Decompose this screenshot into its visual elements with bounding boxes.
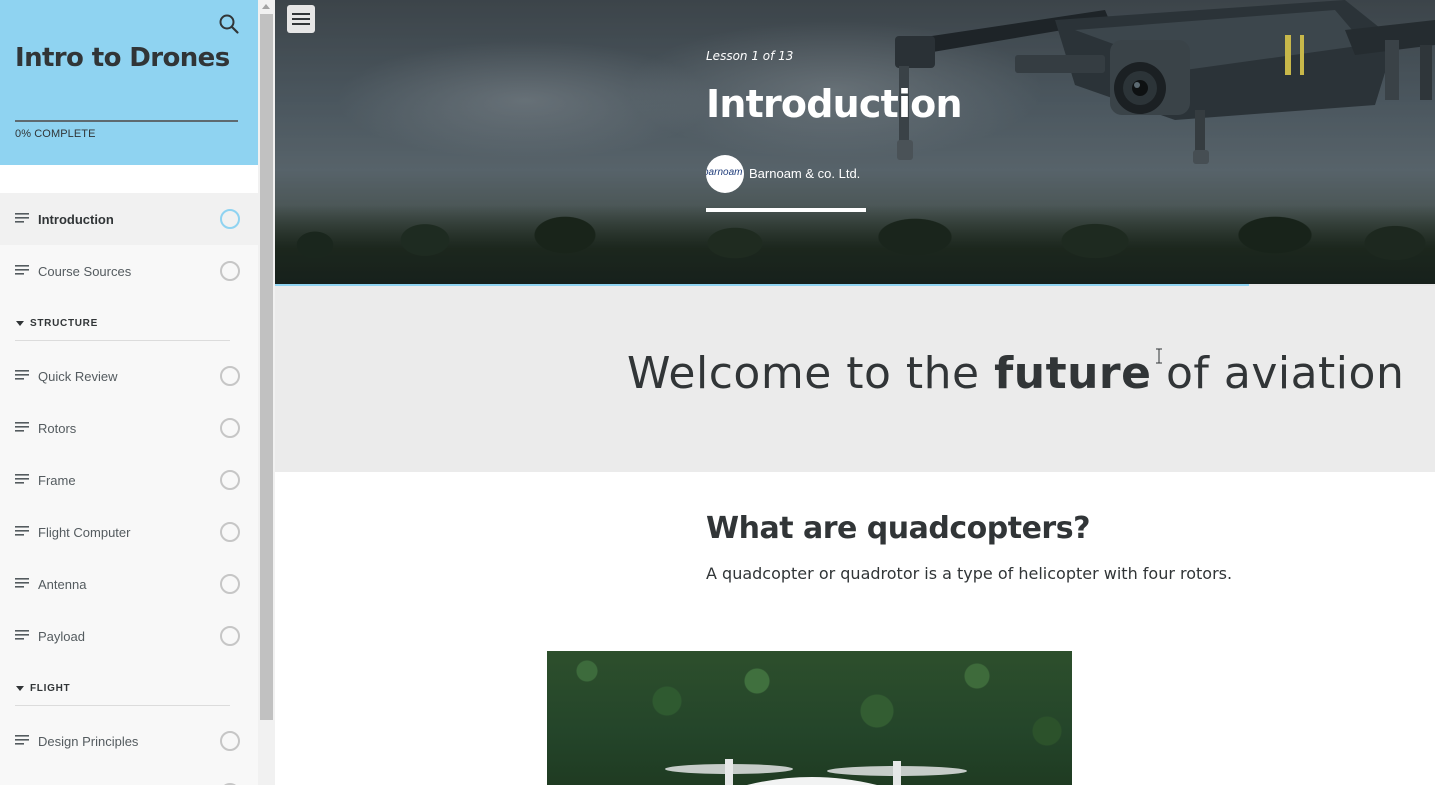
status-circle-icon (220, 522, 240, 542)
lesson-lines-icon (15, 526, 29, 536)
section-flight[interactable]: FLIGHT (15, 676, 230, 706)
sidebar-item-flight-computer[interactable]: Flight Computer (0, 506, 258, 558)
sidebar-item-label: Quick Review (38, 368, 118, 384)
course-sidebar: Intro to Drones 0% COMPLETE Introduction… (0, 0, 258, 785)
sidebar-item-label: Design Principles (38, 733, 139, 749)
section-title: FLIGHT (30, 683, 71, 694)
lesson-lines-icon (15, 578, 29, 588)
lesson-lines-icon (15, 474, 29, 484)
lesson-lines-icon (15, 422, 29, 432)
sidebar-scrollbar[interactable] (258, 0, 275, 785)
status-circle-icon (220, 418, 240, 438)
status-circle-icon (220, 574, 240, 594)
course-progress-text: 0% COMPLETE (15, 128, 96, 140)
status-circle-icon (220, 470, 240, 490)
sidebar-item-antenna[interactable]: Antenna (0, 558, 258, 610)
sidebar-item-label: Flight Computer (38, 524, 131, 540)
status-circle-icon (220, 366, 240, 386)
course-progress-bar (15, 120, 238, 122)
sidebar-item-label: Frame (38, 472, 76, 488)
lesson-lines-icon (15, 370, 29, 380)
quadcopter-image (665, 759, 967, 785)
hamburger-icon (292, 23, 310, 25)
sidebar-spacer (0, 165, 258, 193)
sidebar-item-course-sources[interactable]: Course Sources (0, 245, 258, 297)
author-name: Barnoam & co. Ltd. (749, 166, 861, 181)
sidebar-header: Intro to Drones 0% COMPLETE (0, 0, 258, 165)
lesson-count: Lesson 1 of 13 (706, 49, 794, 63)
sidebar-item-introduction[interactable]: Introduction (0, 193, 258, 245)
content-paragraph: A quadcopter or quadrotor is a type of h… (706, 564, 1233, 583)
lesson-lines-icon (15, 265, 29, 275)
caret-down-icon (16, 686, 24, 691)
text-cursor-icon (1156, 348, 1162, 364)
course-title: Intro to Drones (15, 43, 230, 73)
status-circle-icon (220, 731, 240, 751)
scrollbar-thumb[interactable] (260, 14, 273, 720)
quadcopter-photo (547, 651, 1072, 785)
lesson-lines-icon (15, 630, 29, 640)
section-title: STRUCTURE (30, 318, 98, 329)
status-circle-icon (220, 209, 240, 229)
lesson-lines-icon (15, 213, 29, 223)
hamburger-icon (292, 13, 310, 15)
sidebar-item-label: Course Sources (38, 263, 132, 279)
banner-text-bold: future (994, 348, 1152, 399)
section-structure[interactable]: STRUCTURE (15, 311, 230, 341)
lesson-lines-icon (15, 735, 29, 745)
banner-text-before: Welcome to the (627, 348, 995, 399)
author-avatar: barnoam (706, 155, 744, 193)
status-circle-icon (220, 261, 240, 281)
lesson-hero: Lesson 1 of 13 Introduction barnoam Barn… (275, 0, 1435, 284)
sidebar-item-label: Rotors (38, 420, 77, 436)
sidebar-item-quick-review[interactable]: Quick Review (0, 350, 258, 402)
scroll-up-arrow-icon[interactable] (262, 4, 270, 9)
menu-button[interactable] (287, 5, 315, 33)
search-icon[interactable] (218, 13, 240, 35)
content-heading: What are quadcopters? (706, 511, 1090, 546)
lesson-title: Introduction (706, 82, 963, 126)
sidebar-item-payload[interactable]: Payload (0, 610, 258, 662)
banner-statement: Welcome to the future of aviation (627, 348, 1404, 399)
sidebar-item-rotors[interactable]: Rotors (0, 402, 258, 454)
hero-divider (706, 208, 866, 212)
sidebar-item-label: Antenna (38, 576, 87, 592)
status-circle-icon (220, 626, 240, 646)
sidebar-item-label: Introduction (38, 211, 114, 227)
caret-down-icon (16, 321, 24, 326)
sidebar-item-label: Payload (38, 628, 85, 644)
hamburger-icon (292, 18, 310, 20)
lesson-content: Lesson 1 of 13 Introduction barnoam Barn… (275, 0, 1435, 785)
sidebar-item-design-principles[interactable]: Design Principles (0, 715, 258, 767)
author-logo-text: barnoam (706, 167, 743, 178)
statement-banner: Welcome to the future of aviation (275, 286, 1435, 472)
banner-text-after: of aviation (1151, 348, 1405, 399)
sidebar-item-frame[interactable]: Frame (0, 454, 258, 506)
sidebar-item-next-partial[interactable] (0, 767, 258, 785)
